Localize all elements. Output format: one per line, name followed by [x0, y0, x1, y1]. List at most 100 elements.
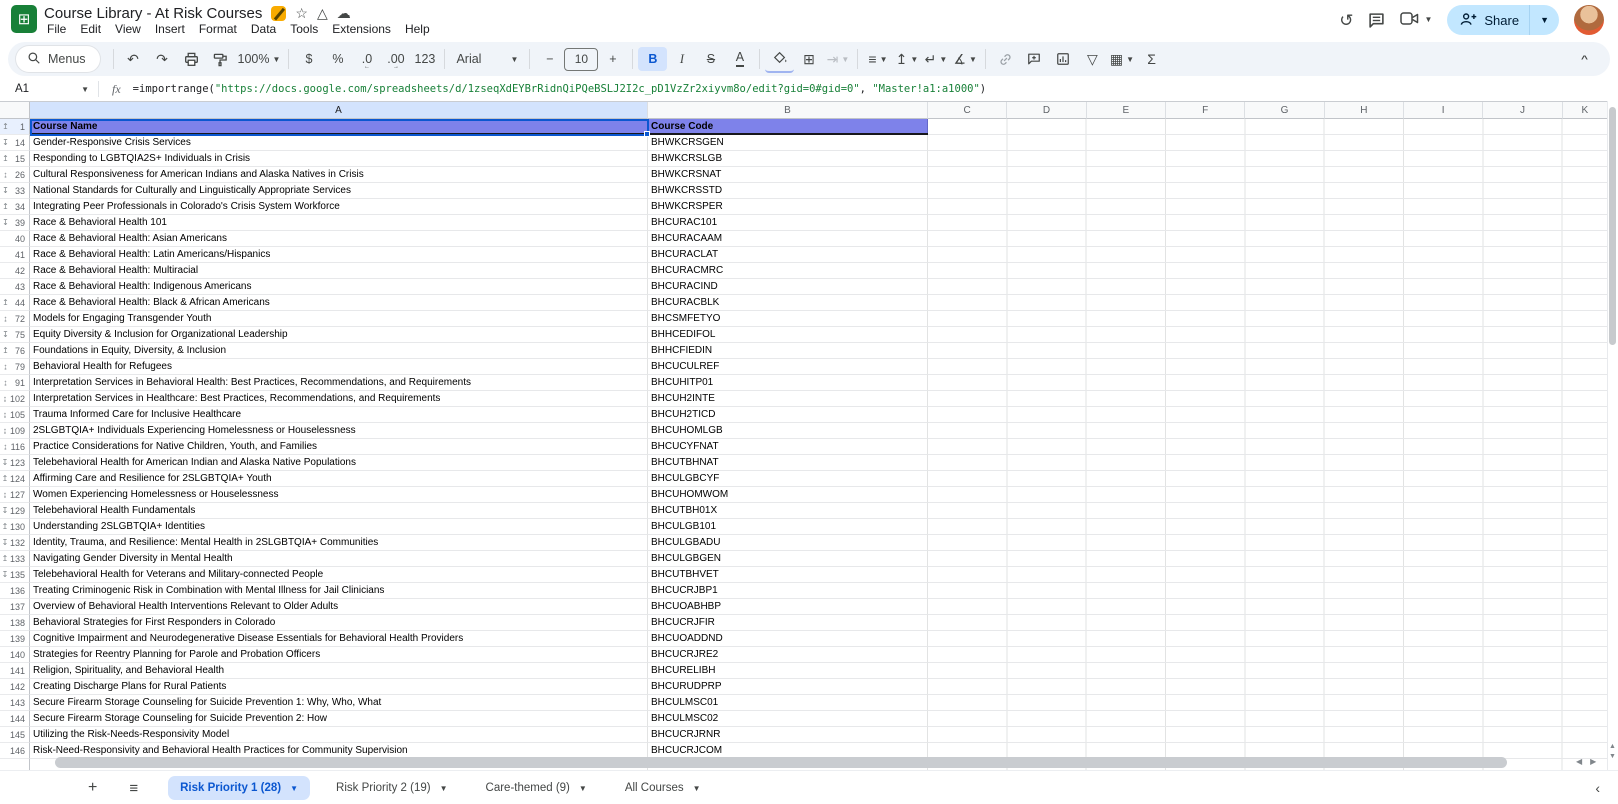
cell-course-name[interactable]: Race & Behavioral Health: Indigenous Ame…: [30, 279, 648, 295]
cell-course-code[interactable]: BHCUTBH01X: [648, 503, 928, 519]
cell-course-name[interactable]: Navigating Gender Diversity in Mental He…: [30, 551, 648, 567]
cell-course-code[interactable]: BHCUTBHVET: [648, 567, 928, 583]
cell-course-code[interactable]: BHCURACIND: [648, 279, 928, 295]
column-header-j[interactable]: J: [1483, 102, 1563, 119]
column-header-b[interactable]: B: [648, 102, 928, 119]
row-header-133[interactable]: ↥ 133: [0, 551, 30, 567]
row-header-141[interactable]: 141: [0, 663, 30, 679]
row-header-124[interactable]: ↥ 124: [0, 471, 30, 487]
row-header-116[interactable]: ↨ 116: [0, 439, 30, 455]
insert-comment-button[interactable]: [1020, 47, 1049, 71]
redo-button[interactable]: ↷: [148, 47, 177, 71]
unhide-rows-icon[interactable]: ↧: [0, 458, 10, 467]
row-header-140[interactable]: 140: [0, 647, 30, 663]
sheet-tab-care-themed-9[interactable]: Care-themed (9) ▼: [474, 776, 599, 800]
row-header-39[interactable]: ↧ 39: [0, 215, 30, 231]
cell-course-name[interactable]: Trauma Informed Care for Inclusive Healt…: [30, 407, 648, 423]
menu-data[interactable]: Data: [244, 21, 283, 38]
format-percent-button[interactable]: %: [323, 47, 352, 71]
cell-course-code[interactable]: BHWKCRSSTD: [648, 183, 928, 199]
cell-course-code[interactable]: BHHCFIEDIN: [648, 343, 928, 359]
scroll-left-icon[interactable]: ◀: [1576, 757, 1582, 766]
row-header-41[interactable]: 41: [0, 247, 30, 263]
row-header-43[interactable]: 43: [0, 279, 30, 295]
cell-course-name[interactable]: Models for Engaging Transgender Youth: [30, 311, 648, 327]
cell-course-code[interactable]: BHCUCULREF: [648, 359, 928, 375]
toolbar-collapse-button[interactable]: ^: [1581, 53, 1602, 64]
cell-course-code[interactable]: BHWKCRSNAT: [648, 167, 928, 183]
column-header-h[interactable]: H: [1324, 102, 1404, 119]
cell-course-code[interactable]: BHCUCRJFIR: [648, 615, 928, 631]
row-header-26[interactable]: ↨ 26: [0, 167, 30, 183]
row-header-42[interactable]: 42: [0, 263, 30, 279]
column-header-f[interactable]: F: [1165, 102, 1246, 119]
share-button[interactable]: Share ▼: [1447, 5, 1559, 35]
row-header-146[interactable]: 146: [0, 743, 30, 759]
horizontal-align-button[interactable]: ≡ ▼: [863, 47, 892, 71]
chevron-down-icon[interactable]: ▼: [81, 85, 89, 94]
cell-course-name[interactable]: Behavioral Health for Refugees: [30, 359, 648, 375]
row-header-137[interactable]: 137: [0, 599, 30, 615]
insert-chart-button[interactable]: [1049, 47, 1078, 71]
column-header-c[interactable]: C: [928, 102, 1008, 119]
row-header-33[interactable]: ↧ 33: [0, 183, 30, 199]
sheet-tab-risk-priority-1-28[interactable]: Risk Priority 1 (28) ▼: [168, 776, 311, 800]
column-header-i[interactable]: I: [1403, 102, 1484, 119]
cell-course-code[interactable]: BHCURELIBH: [648, 663, 928, 679]
unhide-rows-icon[interactable]: ↨: [0, 378, 11, 387]
cell-course-name[interactable]: Behavioral Strategies for First Responde…: [30, 615, 648, 631]
unhide-rows-icon[interactable]: ↥: [0, 346, 11, 355]
cell-course-code[interactable]: BHCULGB101: [648, 519, 928, 535]
row-header-76[interactable]: ↥ 76: [0, 343, 30, 359]
menu-format[interactable]: Format: [192, 21, 244, 38]
paint-format-button[interactable]: [206, 47, 235, 71]
cell-course-name[interactable]: Secure Firearm Storage Counseling for Su…: [30, 711, 648, 727]
formula-input[interactable]: =importrange("https://docs.google.com/sp…: [133, 83, 986, 95]
chevron-down-icon[interactable]: ▼: [440, 784, 448, 793]
cell-course-name[interactable]: Utilizing the Risk-Needs-Responsivity Mo…: [30, 727, 648, 743]
unhide-rows-icon[interactable]: ↥: [0, 154, 11, 163]
menu-insert[interactable]: Insert: [148, 21, 192, 38]
unhide-rows-icon[interactable]: ↨: [0, 426, 10, 435]
row-header-132[interactable]: ↧ 132: [0, 535, 30, 551]
cell-course-name[interactable]: Race & Behavioral Health 101: [30, 215, 648, 231]
decrease-font-size-button[interactable]: −: [535, 47, 564, 71]
row-header-91[interactable]: ↨ 91: [0, 375, 30, 391]
cell-course-name[interactable]: Race & Behavioral Health: Multiracial: [30, 263, 648, 279]
cell-course-name[interactable]: Strategies for Reentry Planning for Paro…: [30, 647, 648, 663]
row-header-123[interactable]: ↧ 123: [0, 455, 30, 471]
print-button[interactable]: [177, 47, 206, 71]
cell-course-code[interactable]: BHWKCRSGEN: [648, 135, 928, 151]
cell-course-code[interactable]: BHCUOABHBP: [648, 599, 928, 615]
scroll-down-icon[interactable]: ▼: [1609, 752, 1616, 762]
font-family-select[interactable]: Arial ▼: [450, 47, 524, 71]
comments-icon[interactable]: [1368, 12, 1385, 29]
row-header-144[interactable]: 144: [0, 711, 30, 727]
name-box[interactable]: A1 ▼: [0, 83, 98, 95]
row-header-14[interactable]: ↧ 14: [0, 135, 30, 151]
cell-course-code[interactable]: BHCUOADDND: [648, 631, 928, 647]
add-sheet-button[interactable]: +: [88, 780, 97, 796]
version-history-icon[interactable]: ↺: [1339, 12, 1353, 29]
row-header-72[interactable]: ↨ 72: [0, 311, 30, 327]
cell-course-name[interactable]: Race & Behavioral Health: Black & Africa…: [30, 295, 648, 311]
unhide-rows-icon[interactable]: ↨: [0, 394, 10, 403]
filter-button[interactable]: ▽: [1078, 47, 1107, 71]
cell-course-name[interactable]: Practice Considerations for Native Child…: [30, 439, 648, 455]
cell-course-name[interactable]: Gender-Responsive Crisis Services: [30, 135, 648, 151]
cell-course-code[interactable]: BHCURAC101: [648, 215, 928, 231]
insert-link-button[interactable]: [991, 47, 1020, 71]
row-header-135[interactable]: ↧ 135: [0, 567, 30, 583]
decrease-decimals-button[interactable]: .0 ←: [352, 47, 381, 71]
row-header-143[interactable]: 143: [0, 695, 30, 711]
row-header-15[interactable]: ↥ 15: [0, 151, 30, 167]
scroll-right-icon[interactable]: ▶: [1590, 757, 1596, 766]
unhide-rows-icon[interactable]: ↨: [0, 314, 11, 323]
unhide-rows-icon[interactable]: ↥: [0, 122, 11, 131]
cell-course-name[interactable]: Cognitive Impairment and Neurodegenerati…: [30, 631, 648, 647]
row-header-75[interactable]: ↧ 75: [0, 327, 30, 343]
cell-course-code[interactable]: BHCUHITP01: [648, 375, 928, 391]
vertical-align-button[interactable]: ↥ ▼: [892, 47, 921, 71]
unhide-rows-icon[interactable]: ↥: [0, 202, 11, 211]
cell-course-name[interactable]: Secure Firearm Storage Counseling for Su…: [30, 695, 648, 711]
